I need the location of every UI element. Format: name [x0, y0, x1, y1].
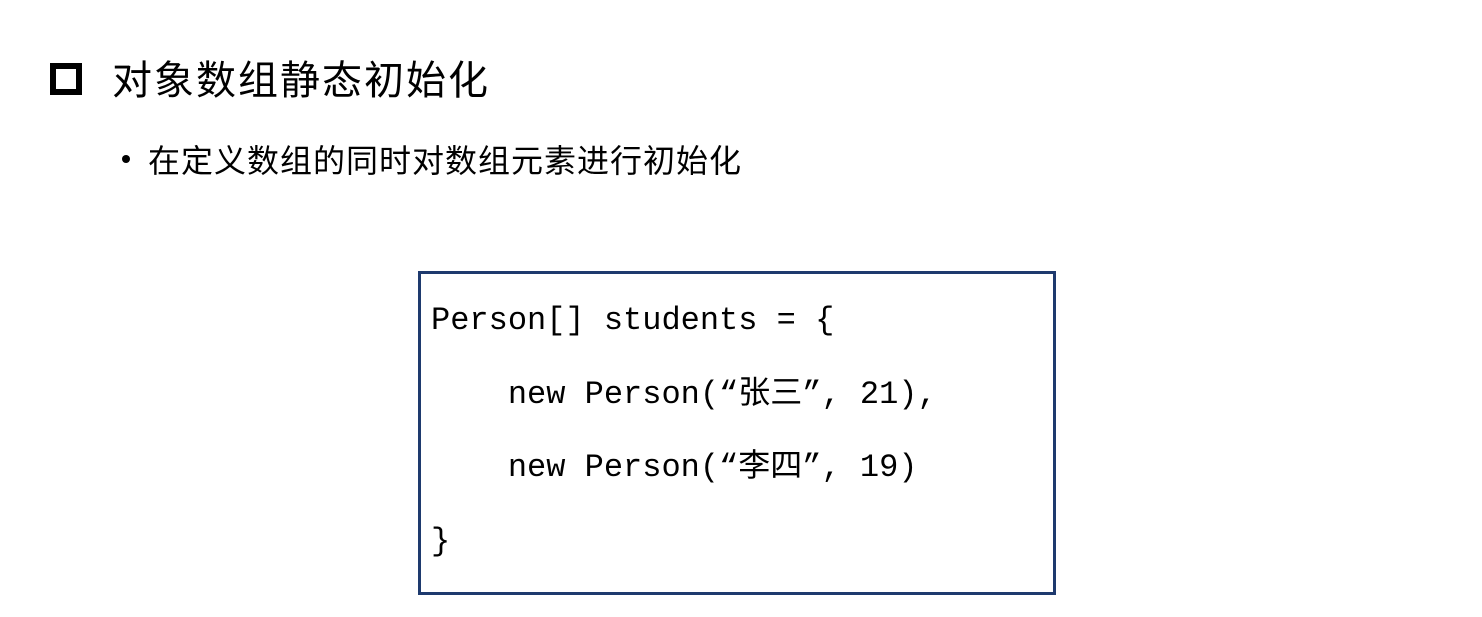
code-line: Person[] students = { — [431, 284, 1043, 358]
heading-row: 对象数组静态初始化 — [50, 48, 490, 106]
square-bullet-icon — [50, 63, 82, 95]
subheading-text: 在定义数组的同时对数组元素进行初始化 — [148, 136, 742, 182]
dot-bullet-icon — [122, 155, 130, 163]
code-line: new Person(“张三”, 21), — [431, 358, 1043, 432]
heading-text: 对象数组静态初始化 — [112, 48, 490, 106]
code-block: Person[] students = { new Person(“张三”, 2… — [418, 271, 1056, 595]
code-line: new Person(“李四”, 19) — [431, 431, 1043, 505]
code-line: } — [431, 505, 1043, 579]
subheading-row: 在定义数组的同时对数组元素进行初始化 — [122, 136, 742, 182]
